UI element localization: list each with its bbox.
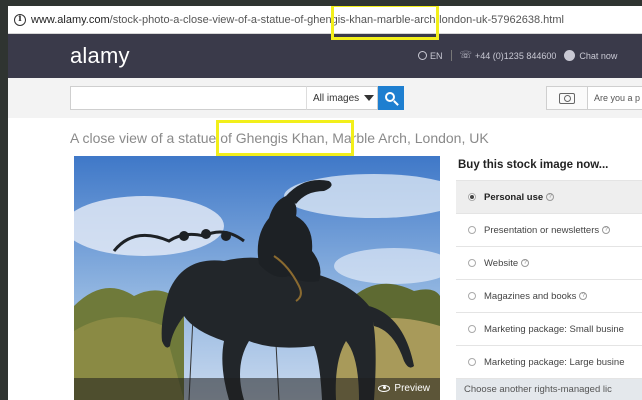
radio-icon[interactable] [468, 358, 476, 366]
choose-other-license[interactable]: Choose another rights-managed lic [456, 378, 642, 400]
url-highlight-box [331, 6, 439, 40]
url-text[interactable]: www.alamy.com/stock-photo-a-close-view-o… [31, 14, 564, 26]
site-header: alamy EN ☏ +44 (0)1235 844600 Chat now [8, 34, 642, 78]
stock-photo[interactable]: Preview [74, 156, 440, 400]
radio-icon[interactable] [468, 193, 476, 201]
radio-icon[interactable] [468, 226, 476, 234]
license-option-label: Website [484, 257, 519, 269]
account-prompt[interactable]: Are you a p [588, 86, 642, 110]
search-icon [385, 92, 395, 102]
language-selector[interactable]: EN [430, 51, 443, 61]
help-icon[interactable]: ? [602, 226, 611, 234]
license-option-website[interactable]: Website ? [456, 246, 642, 279]
header-utilities: EN ☏ +44 (0)1235 844600 Chat now [418, 50, 617, 61]
phone-icon: ☏ [459, 50, 473, 61]
search-input[interactable] [70, 86, 306, 110]
globe-icon [418, 51, 427, 60]
help-icon[interactable]: ? [579, 292, 588, 300]
license-option-label: Marketing package: Small busine [484, 323, 624, 335]
alamy-logo[interactable]: alamy [70, 43, 130, 69]
license-option-label: Magazines and books [484, 290, 577, 302]
license-option-marketing-small[interactable]: Marketing package: Small busine [456, 312, 642, 345]
search-row: All images Are you a p [8, 78, 642, 118]
divider [450, 50, 452, 61]
license-option-personal-use[interactable]: Personal use ? [456, 180, 642, 213]
statue-photo-graphic [74, 156, 440, 400]
help-icon[interactable]: ? [546, 193, 555, 201]
license-option-magazines[interactable]: Magazines and books ? [456, 279, 642, 312]
eye-icon [378, 384, 391, 392]
radio-icon[interactable] [468, 259, 476, 267]
phone-number[interactable]: +44 (0)1235 844600 [475, 51, 556, 61]
search-button[interactable] [378, 86, 404, 110]
license-option-presentation[interactable]: Presentation or newsletters ? [456, 213, 642, 246]
camera-icon [559, 92, 575, 104]
license-option-marketing-large[interactable]: Marketing package: Large busine [456, 345, 642, 378]
buy-panel: Buy this stock image now... Personal use… [456, 156, 642, 400]
chat-icon [564, 50, 576, 61]
buy-title: Buy this stock image now... [458, 159, 609, 171]
image-type-label: All images [313, 92, 360, 104]
preview-button[interactable]: Preview [372, 380, 436, 396]
help-icon[interactable]: ? [521, 259, 530, 267]
url-domain: www.alamy.com [31, 13, 110, 26]
radio-icon[interactable] [468, 325, 476, 333]
chat-link[interactable]: Chat now [579, 51, 617, 61]
image-type-dropdown[interactable]: All images [306, 86, 378, 110]
radio-icon[interactable] [468, 292, 476, 300]
license-option-label: Marketing package: Large busine [484, 356, 625, 368]
license-option-label: Personal use [484, 191, 544, 203]
info-icon[interactable]: i [14, 13, 26, 26]
browser-screen: i www.alamy.com/stock-photo-a-close-view… [8, 6, 642, 400]
preview-label: Preview [394, 382, 430, 394]
title-highlight-box [216, 120, 354, 156]
image-search-button[interactable] [546, 86, 588, 110]
address-bar[interactable]: i www.alamy.com/stock-photo-a-close-view… [8, 6, 642, 34]
chevron-down-icon [364, 95, 375, 101]
license-option-label: Presentation or newsletters [484, 224, 600, 236]
